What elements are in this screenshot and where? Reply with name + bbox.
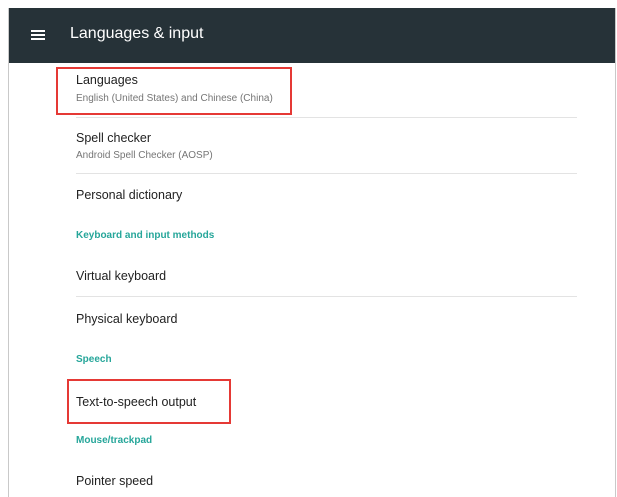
highlight-box-languages [56, 67, 292, 115]
pointer-speed-item[interactable]: Pointer speed [76, 460, 577, 497]
category-keyboard-and-input-methods: Keyboard and input methods [76, 230, 215, 241]
virtual-keyboard-title: Virtual keyboard [76, 269, 167, 283]
physical-keyboard-item[interactable]: Physical keyboard [76, 297, 577, 342]
app-bar: Languages & input [9, 8, 615, 63]
highlight-box-tts-output [67, 379, 231, 424]
spell-checker-item[interactable]: Spell checker Android Spell Checker (AOS… [76, 118, 577, 174]
pointer-speed-title: Pointer speed [76, 474, 154, 488]
virtual-keyboard-item[interactable]: Virtual keyboard [76, 255, 577, 297]
page-title: Languages & input [70, 25, 204, 42]
settings-window: Languages & input Languages English (Uni… [8, 8, 616, 497]
category-mouse-trackpad: Mouse/trackpad [76, 435, 153, 446]
spell-checker-title: Spell checker [76, 131, 152, 145]
spell-checker-subtitle: Android Spell Checker (AOSP) [76, 150, 213, 161]
personal-dictionary-item[interactable]: Personal dictionary [76, 174, 577, 219]
category-speech: Speech [76, 354, 112, 365]
physical-keyboard-title: Physical keyboard [76, 312, 178, 326]
personal-dictionary-title: Personal dictionary [76, 188, 183, 202]
hamburger-menu-icon[interactable] [31, 30, 45, 40]
